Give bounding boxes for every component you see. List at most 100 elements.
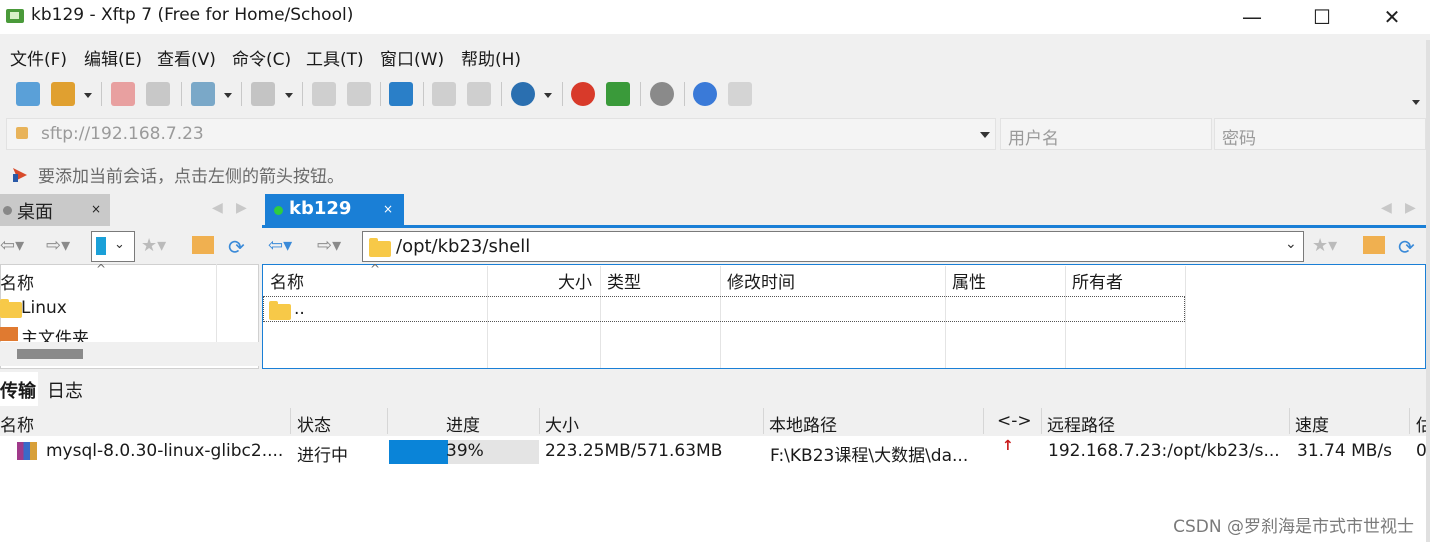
toolbar-separator — [684, 82, 685, 106]
menu-view[interactable]: 查看(V) — [157, 45, 216, 70]
menu-bar: 文件(F) 编辑(E) 查看(V) 命令(C) 工具(T) 窗口(W) 帮助(H… — [0, 40, 1430, 72]
gear-icon[interactable] — [650, 82, 674, 106]
username-field[interactable]: 用户名 — [1000, 118, 1212, 150]
transfer-column-size[interactable]: 大小 — [545, 411, 579, 436]
menu-command[interactable]: 命令(C) — [232, 45, 291, 70]
upload-icon[interactable] — [312, 82, 336, 106]
remote-column-attributes[interactable]: 属性 — [952, 268, 986, 293]
menu-file[interactable]: 文件(F) — [10, 45, 67, 70]
transfer-column-local-path[interactable]: 本地路径 — [769, 411, 837, 436]
forward-arrow-icon[interactable]: ⇨▾ — [46, 235, 70, 256]
tab-remote-kb129[interactable]: kb129 × — [265, 194, 404, 226]
reconnect-icon[interactable] — [146, 82, 170, 106]
menu-tools[interactable]: 工具(T) — [306, 45, 364, 70]
tab-transfer-label: 传输 — [0, 381, 36, 402]
help-icon[interactable] — [693, 82, 717, 106]
add-session-arrow-icon[interactable] — [12, 167, 28, 183]
tab-scroll-left-icon[interactable]: ◀ — [212, 200, 223, 216]
remote-column-size[interactable]: 大小 — [558, 268, 592, 293]
password-field[interactable]: 密码 — [1214, 118, 1426, 150]
transfer-column-speed[interactable]: 速度 — [1295, 411, 1329, 436]
new-session-icon[interactable] — [16, 82, 40, 106]
menu-edit[interactable]: 编辑(E) — [84, 45, 142, 70]
toolbar-overflow-icon[interactable] — [1412, 100, 1420, 105]
remote-column-modified[interactable]: 修改时间 — [727, 268, 795, 293]
remote-column-type[interactable]: 类型 — [607, 268, 641, 293]
back-arrow-icon[interactable]: ⇦▾ — [268, 235, 292, 256]
chat-icon[interactable] — [728, 82, 752, 106]
remote-path-field[interactable]: /opt/kb23/shell ⌄ — [362, 231, 1304, 262]
globe-icon[interactable] — [511, 82, 535, 106]
column-divider — [763, 408, 764, 434]
session-hint-text: 要添加当前会话，点击左侧的箭头按钮。 — [38, 167, 344, 187]
transfer-remote-path: 192.168.7.23:/opt/kb23/s... — [1048, 441, 1280, 461]
chevron-down-icon[interactable] — [980, 132, 990, 138]
minimize-button[interactable]: — — [1218, 0, 1286, 34]
transfer-size: 223.25MB/571.63MB — [545, 441, 723, 461]
tab-scroll-left-icon[interactable]: ◀ — [1381, 200, 1392, 216]
toolbar-separator — [302, 82, 303, 106]
chevron-down-icon[interactable]: ⌄ — [1285, 236, 1297, 252]
transfer-column-direction[interactable]: <-> — [997, 411, 1032, 431]
xftp-icon[interactable] — [606, 82, 630, 106]
maximize-button[interactable]: ☐ — [1288, 0, 1356, 34]
close-button[interactable]: ✕ — [1358, 0, 1426, 34]
chevron-down-icon[interactable]: ⌄ — [114, 237, 125, 252]
table-row[interactable]: .. — [263, 296, 1185, 322]
tab-scroll-right-icon[interactable]: ▶ — [236, 200, 247, 216]
refresh-icon[interactable]: ⟳ — [228, 235, 245, 259]
transfer-column-name[interactable]: 名称 — [0, 411, 34, 436]
tab-log[interactable]: 日志 — [47, 377, 83, 403]
sort-ascending-icon: ^ — [96, 262, 107, 276]
home-folder-icon[interactable] — [1363, 236, 1385, 254]
xshell-icon[interactable] — [571, 82, 595, 106]
back-arrow-icon[interactable]: ⇦▾ — [0, 235, 24, 256]
archive-file-icon — [17, 442, 37, 460]
download-icon[interactable] — [347, 82, 371, 106]
local-drive-select[interactable]: ⌄ — [91, 231, 135, 262]
paste-icon[interactable] — [467, 82, 491, 106]
bookmark-star-icon[interactable]: ★▾ — [141, 235, 166, 256]
local-item-linux[interactable]: Linux — [21, 298, 67, 318]
home-folder-icon[interactable] — [192, 236, 214, 254]
tab-transfer[interactable]: 传输 — [0, 372, 38, 406]
toolbar-separator — [181, 82, 182, 106]
tab-scroll-right-icon[interactable]: ▶ — [1405, 200, 1416, 216]
transfer-column-progress[interactable]: 进度 — [446, 411, 480, 436]
vertical-scrollbar[interactable] — [1426, 40, 1430, 542]
column-divider — [1041, 408, 1042, 434]
chevron-down-icon[interactable] — [285, 93, 293, 98]
forward-arrow-icon[interactable]: ⇨▾ — [317, 235, 341, 256]
xftp-app-icon — [6, 9, 24, 23]
copy-icon[interactable] — [432, 82, 456, 106]
tab-close-icon[interactable]: × — [91, 202, 101, 216]
local-column-name[interactable]: 名称 — [0, 269, 34, 294]
tab-local-desktop[interactable]: 桌面 × — [0, 194, 110, 226]
layout-icon[interactable] — [251, 82, 275, 106]
menu-window[interactable]: 窗口(W) — [380, 45, 444, 70]
transfer-column-status[interactable]: 状态 — [297, 411, 331, 436]
folder-icon — [369, 238, 391, 257]
chevron-down-icon[interactable] — [224, 93, 232, 98]
transfer-arrows-icon[interactable] — [389, 82, 413, 106]
scrollbar-thumb[interactable] — [17, 349, 83, 359]
watermark-text: CSDN @罗刹海是市式市世视士 — [1173, 517, 1414, 537]
open-folder-icon[interactable] — [51, 82, 75, 106]
new-window-icon[interactable] — [191, 82, 215, 106]
horizontal-scrollbar[interactable] — [0, 342, 259, 366]
transfer-status: 进行中 — [297, 446, 348, 466]
remote-column-owner[interactable]: 所有者 — [1072, 268, 1123, 293]
chevron-down-icon[interactable] — [544, 93, 552, 98]
transfer-column-remote-path[interactable]: 远程路径 — [1047, 411, 1115, 436]
disconnect-icon[interactable] — [111, 82, 135, 106]
bookmark-star-icon[interactable]: ★▾ — [1312, 235, 1337, 256]
local-item-row[interactable]: 主文件夹 — [0, 326, 259, 342]
refresh-icon[interactable]: ⟳ — [1398, 235, 1415, 259]
remote-column-name[interactable]: 名称 — [270, 268, 304, 293]
upload-arrow-icon: ↑ — [1002, 438, 1014, 454]
menu-help[interactable]: 帮助(H) — [461, 45, 521, 70]
tab-close-icon[interactable]: × — [383, 202, 393, 216]
chevron-down-icon[interactable] — [84, 93, 92, 98]
toolbar-separator — [380, 82, 381, 106]
host-address-field[interactable]: sftp://192.168.7.23 — [6, 118, 996, 150]
